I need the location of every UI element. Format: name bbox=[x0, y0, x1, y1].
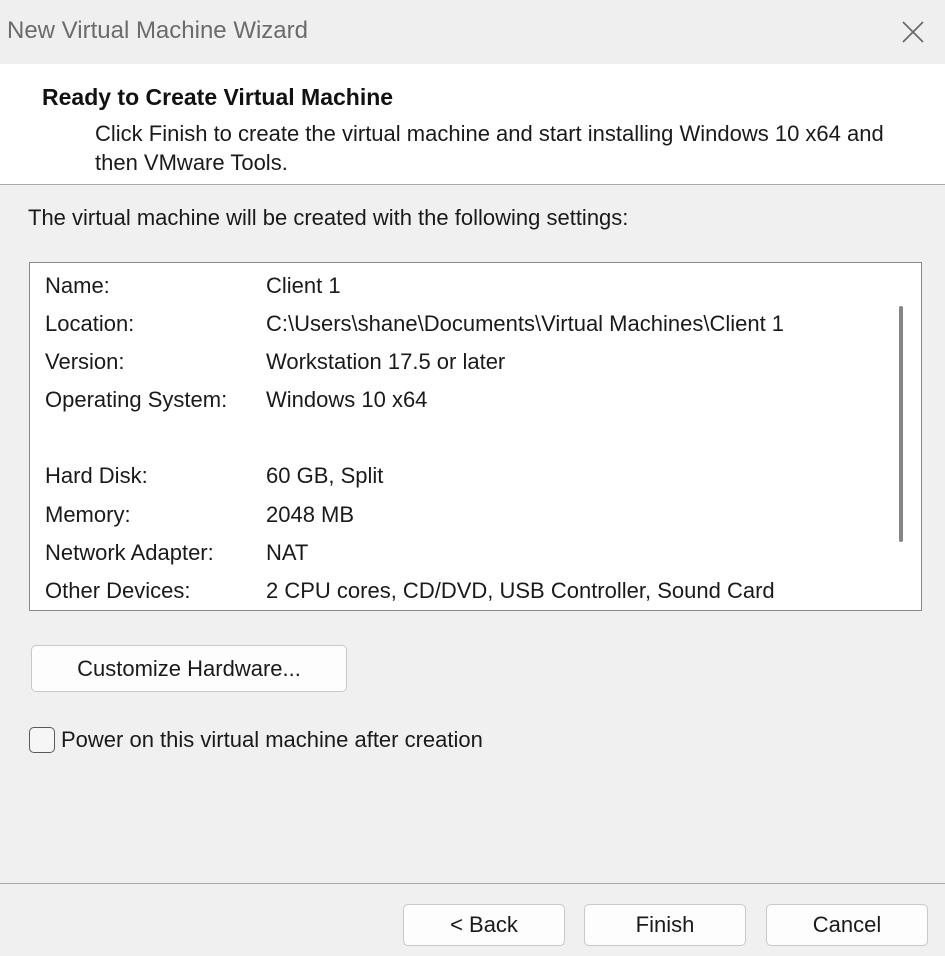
settings-label: Name: bbox=[45, 273, 110, 298]
window-title: New Virtual Machine Wizard bbox=[7, 17, 308, 44]
settings-value: 60 GB, Split bbox=[266, 463, 384, 488]
settings-label: Location: bbox=[45, 311, 135, 336]
page-title: Ready to Create Virtual Machine bbox=[42, 84, 394, 110]
settings-value: C:\Users\shane\Documents\Virtual Machine… bbox=[266, 311, 785, 336]
settings-value: 2 CPU cores, CD/DVD, USB Controller, Sou… bbox=[266, 578, 775, 603]
settings-label: Network Adapter: bbox=[45, 540, 214, 565]
settings-value: NAT bbox=[266, 540, 309, 565]
power-on-option[interactable]: Power on this virtual machine after crea… bbox=[29, 724, 483, 756]
settings-label: Memory: bbox=[45, 502, 131, 527]
power-on-label[interactable]: Power on this virtual machine after crea… bbox=[61, 727, 483, 753]
wizard-header: Ready to Create Virtual Machine Click Fi… bbox=[0, 64, 945, 185]
settings-value: Workstation 17.5 or later bbox=[266, 349, 506, 374]
settings-value: Windows 10 x64 bbox=[266, 387, 428, 412]
finish-button[interactable]: Finish bbox=[584, 904, 746, 946]
page-description: Click Finish to create the virtual machi… bbox=[95, 121, 884, 175]
close-icon bbox=[902, 21, 924, 43]
settings-value: 2048 MB bbox=[266, 502, 355, 527]
settings-value: Client 1 bbox=[266, 273, 341, 298]
settings-summary-box[interactable]: Name: Client 1 Location: C:\Users\shane\… bbox=[29, 262, 922, 611]
title-bar: New Virtual Machine Wizard bbox=[0, 0, 945, 64]
back-button[interactable]: < Back bbox=[403, 904, 565, 946]
customize-hardware-button[interactable]: Customize Hardware... bbox=[31, 645, 347, 692]
close-button[interactable] bbox=[881, 0, 945, 64]
footer-divider bbox=[0, 883, 945, 884]
settings-label: Version: bbox=[45, 349, 125, 374]
settings-label: Other Devices: bbox=[45, 578, 191, 603]
settings-label: Operating System: bbox=[45, 387, 228, 412]
settings-intro: The virtual machine will be created with… bbox=[28, 205, 629, 230]
scrollbar-thumb[interactable] bbox=[899, 306, 903, 542]
settings-label: Hard Disk: bbox=[45, 463, 148, 488]
cancel-button[interactable]: Cancel bbox=[766, 904, 928, 946]
power-on-checkbox[interactable] bbox=[29, 727, 55, 753]
